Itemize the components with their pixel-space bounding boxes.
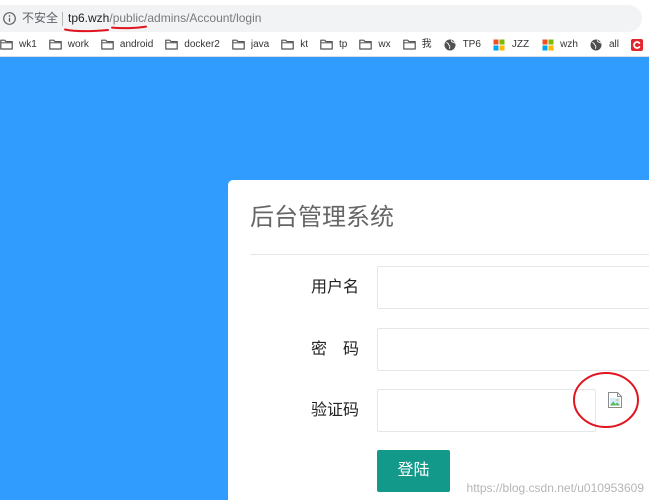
bookmark-label: tp: [339, 38, 348, 50]
bookmark-label: docker2: [184, 38, 220, 50]
password-label: 密 码: [310, 341, 359, 358]
security-label: 不安全: [22, 11, 59, 25]
username-input[interactable]: [377, 266, 649, 309]
folder-icon: [232, 39, 245, 51]
bookmark-docker2[interactable]: docker2: [165, 34, 220, 56]
bookmark-tp6[interactable]: TP6: [444, 34, 481, 56]
multicolor-grid-icon: [493, 39, 506, 51]
captcha-label: 验证码: [310, 402, 359, 419]
username-label: 用户名: [310, 279, 359, 296]
bookmark-label: work: [67, 38, 89, 50]
folder-icon: [48, 39, 62, 51]
address-separator: [62, 12, 63, 26]
bookmark-label: wk1: [19, 38, 37, 50]
address-bar[interactable]: 不安全 tp6.wzh/public/admins/Account/login: [0, 5, 642, 32]
folder-icon: [320, 39, 333, 51]
bookmark-label: TP6: [462, 38, 481, 50]
bookmark-label: wx: [378, 38, 391, 50]
folder-icon: [402, 39, 416, 51]
bookmark-wx[interactable]: wx: [359, 34, 391, 56]
bookmark-label: kt: [300, 38, 308, 50]
password-input[interactable]: [377, 328, 649, 371]
url-domain: tp6.wzh: [68, 11, 110, 25]
folder-icon: [0, 39, 13, 51]
folder-icon: [165, 39, 179, 51]
globe-icon: [444, 39, 457, 51]
multicolor-grid-icon: [541, 39, 554, 51]
folder-icon: [281, 39, 295, 51]
login-card: 后台管理系统 用户名 密 码 验证码 登陆: [228, 180, 649, 500]
bookmark-jzz[interactable]: JZZ: [493, 34, 529, 56]
bookmark-item-13[interactable]: 小: [631, 34, 649, 56]
bookmark-android[interactable]: android: [101, 34, 153, 56]
page-title: 后台管理系统: [250, 204, 394, 231]
bookmarks-bar: wk1 work android docker2 java kt tp wx 我 TP6 JZZ wz…: [0, 33, 649, 57]
site-info-chip[interactable]: 不安全: [3, 5, 58, 32]
broken-image-icon: [606, 391, 624, 409]
captcha-input[interactable]: [377, 389, 596, 432]
bookmark-java[interactable]: java: [232, 34, 269, 56]
globe-icon: [590, 39, 603, 51]
login-button[interactable]: 登陆: [377, 450, 450, 492]
bookmark-label: java: [250, 38, 270, 50]
watermark-text: https://blog.csdn.net/u010953609: [466, 481, 644, 495]
bookmark-item-8[interactable]: 我: [402, 34, 432, 56]
bookmark-label: android: [119, 38, 154, 50]
folder-icon: [359, 39, 373, 51]
bookmark-label: 我: [421, 38, 432, 50]
browser-toolbar: 不安全 tp6.wzh/public/admins/Account/login: [0, 0, 649, 33]
captcha-image[interactable]: [606, 391, 624, 409]
bookmark-wk1[interactable]: wk1: [0, 34, 37, 56]
bookmark-label: all: [608, 38, 619, 50]
bookmark-label: wzh: [560, 38, 578, 50]
folder-icon: [101, 39, 114, 51]
bookmark-kt[interactable]: kt: [281, 34, 308, 56]
url-text[interactable]: tp6.wzh/public/admins/Account/login: [68, 5, 261, 32]
bookmark-wzh[interactable]: wzh: [541, 34, 578, 56]
title-divider: [250, 254, 649, 255]
bookmark-work[interactable]: work: [48, 34, 89, 56]
info-icon: [3, 12, 16, 25]
bookmark-label: JZZ: [511, 38, 530, 50]
bookmark-tp[interactable]: tp: [320, 34, 347, 56]
url-path: /public/admins/Account/login: [109, 11, 262, 25]
bookmark-all[interactable]: all: [590, 34, 619, 56]
red-c-icon: [631, 38, 644, 51]
